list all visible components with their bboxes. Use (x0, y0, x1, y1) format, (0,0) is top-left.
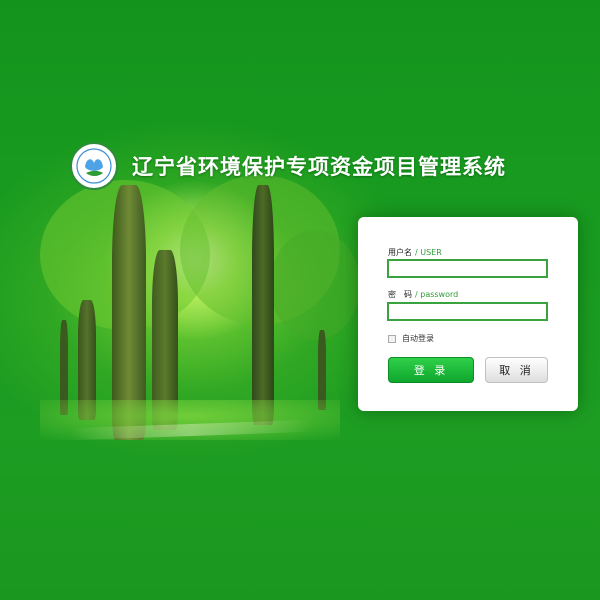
remember-me-checkbox[interactable] (388, 334, 396, 343)
page-title: 辽宁省环境保护专项资金项目管理系统 (132, 155, 506, 179)
password-label-en: / password (415, 290, 459, 299)
remember-me-label: 自动登录 (402, 334, 434, 343)
password-label-cn: 密 码 (388, 290, 412, 299)
cancel-button[interactable]: 取 消 (485, 357, 548, 383)
username-input[interactable] (387, 259, 548, 278)
login-button[interactable]: 登 录 (388, 357, 474, 383)
login-panel: 用户名 / USER 密 码 / password 自动登录 登 录 取 消 (358, 217, 578, 411)
username-label-cn: 用户名 (388, 248, 412, 257)
tree-trunk (318, 330, 326, 410)
tree-trunk (252, 185, 274, 425)
username-label-en: / USER (415, 248, 442, 257)
password-label: 密 码 / password (388, 289, 458, 300)
password-input[interactable] (387, 302, 548, 321)
tree-canopy (270, 230, 360, 340)
username-label: 用户名 / USER (388, 247, 442, 258)
header: 辽宁省环境保护专项资金项目管理系统 (70, 142, 506, 190)
environment-protection-logo-icon (70, 142, 118, 190)
remember-me: 自动登录 (388, 333, 434, 344)
